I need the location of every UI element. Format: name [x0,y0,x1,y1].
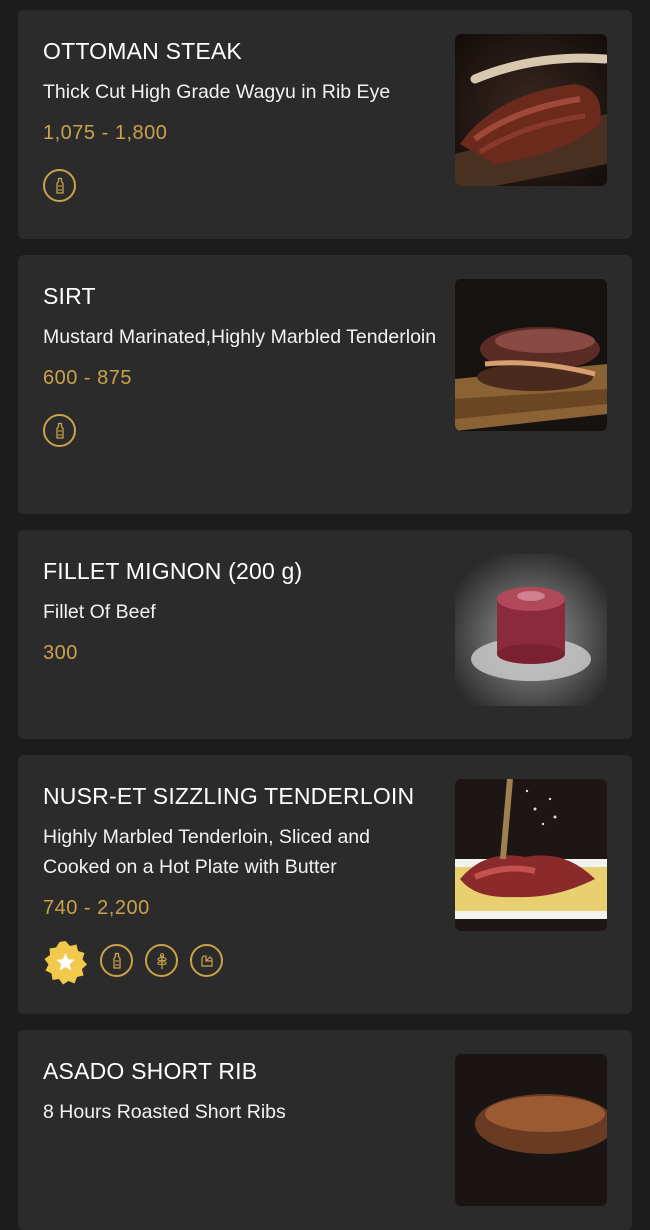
menu-item-price: 1,075 - 1,800 [43,122,168,144]
menu-item-description: Highly Marbled Tenderloin, Sliced and Co… [43,826,370,878]
menu-item-card[interactable]: FILLET MIGNON (200 g) Fillet Of Beef 300 [18,530,632,739]
menu-item-description: Fillet Of Beef [43,601,156,623]
menu-item-price: 740 - 2,200 [43,897,150,919]
menu-item-description: 8 Hours Roasted Short Ribs [43,1101,286,1123]
menu-list: OTTOMAN STEAK Thick Cut High Grade Wagyu… [0,0,650,1230]
menu-item-price: 600 - 875 [43,367,133,389]
menu-item-card[interactable]: OTTOMAN STEAK Thick Cut High Grade Wagyu… [18,10,632,239]
menu-item-text: SIRT Mustard Marinated,Highly Marbled Te… [43,281,438,447]
sauce-bottle-icon [43,414,76,447]
allergen-badges [43,941,438,985]
menu-item-card[interactable]: ASADO SHORT RIB 8 Hours Roasted Short Ri… [18,1030,632,1230]
short-rib-photo[interactable] [455,1054,607,1206]
wheat-icon [145,944,178,977]
menu-item-title: SIRT [43,283,96,309]
menu-item-card[interactable]: NUSR-ET SIZZLING TENDERLOIN Highly Marbl… [18,755,632,1014]
sirt-photo[interactable] [455,279,607,431]
allergen-badges [43,169,438,202]
sauce-bottle-icon [43,169,76,202]
menu-item-text: ASADO SHORT RIB 8 Hours Roasted Short Ri… [43,1056,438,1127]
menu-item-title: NUSR-ET SIZZLING TENDERLOIN [43,783,415,809]
menu-item-text: OTTOMAN STEAK Thick Cut High Grade Wagyu… [43,36,438,202]
fillet-photo[interactable] [455,554,607,706]
menu-item-title: OTTOMAN STEAK [43,38,242,64]
menu-item-title: FILLET MIGNON (200 g) [43,558,303,584]
tenderloin-photo[interactable] [455,779,607,931]
steak-photo[interactable] [455,34,607,186]
sauce-bottle-icon [100,944,133,977]
menu-item-description: Mustard Marinated,Highly Marbled Tenderl… [43,326,437,348]
menu-item-text: NUSR-ET SIZZLING TENDERLOIN Highly Marbl… [43,781,438,985]
dairy-icon [190,944,223,977]
star-badge-icon [43,940,88,985]
menu-item-card[interactable]: SIRT Mustard Marinated,Highly Marbled Te… [18,255,632,514]
menu-item-price: 300 [43,642,78,664]
allergen-badges [43,414,438,447]
menu-item-text: FILLET MIGNON (200 g) Fillet Of Beef 300 [43,556,438,667]
menu-item-title: ASADO SHORT RIB [43,1058,258,1084]
menu-item-description: Thick Cut High Grade Wagyu in Rib Eye [43,81,391,103]
